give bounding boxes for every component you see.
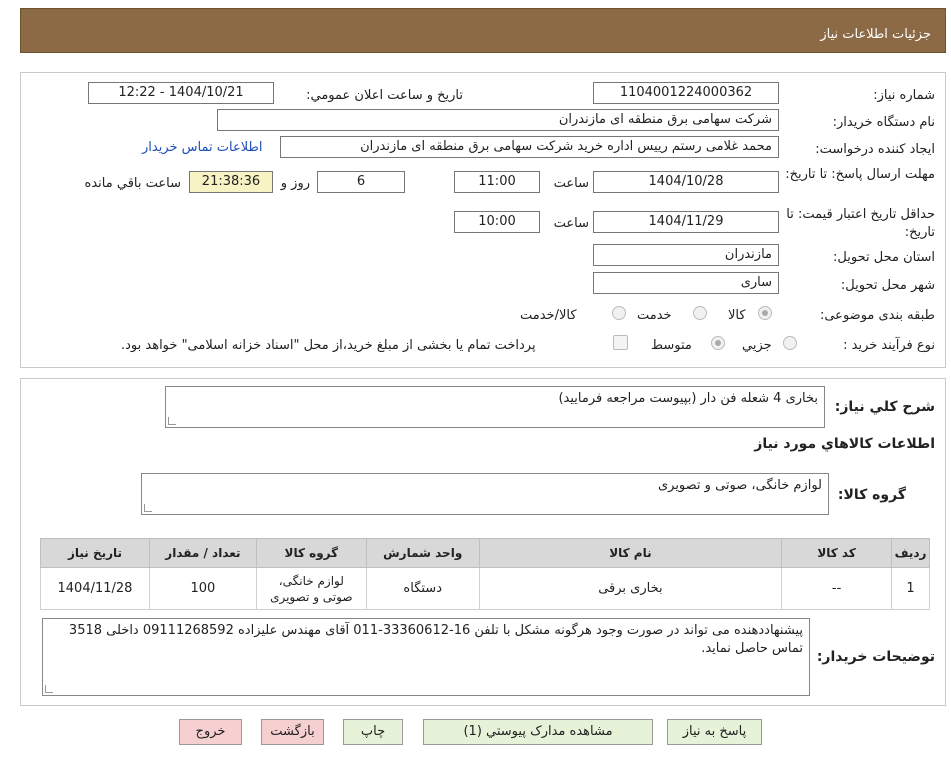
cell-unit: دستگاه	[365, 567, 480, 610]
remaining-time-field: 21:38:36	[189, 171, 273, 193]
process-radio-minor[interactable]	[783, 336, 797, 350]
col-name: نام کالا	[478, 538, 783, 568]
view-attachments-button[interactable]: مشاهده مدارک پيوستي (1)	[423, 719, 653, 745]
col-date: تاريخ نياز	[40, 538, 150, 568]
days-field: 6	[317, 171, 405, 193]
cell-row: 1	[891, 567, 930, 610]
creator-field: محمد غلامی رستم رییس اداره خرید شرکت سها…	[280, 136, 779, 158]
cell-code: --	[781, 567, 893, 610]
category-radio-service[interactable]	[693, 306, 707, 320]
cell-name: بخاری برقی	[478, 567, 783, 610]
goods-group-label: گروه کالا:	[837, 487, 906, 503]
page-header: جزئيات اطلاعات نياز	[20, 8, 946, 53]
reply-time-label: ساعت	[553, 176, 589, 191]
process-label: نوع فرآيند خريد :	[843, 338, 935, 353]
buyer-contact-link[interactable]: اطلاعات تماس خريدار	[142, 140, 262, 155]
buyer-notes-text: پیشنهاددهنده می تواند در صورت وجود هرگون…	[68, 623, 803, 656]
general-desc-field: بخاری 4 شعله فن دار (بپیوست مراجعه فرمای…	[165, 386, 825, 428]
category-radio-both[interactable]	[612, 306, 626, 320]
resize-handle[interactable]	[144, 504, 152, 512]
buyer-notes-label: توضيحات خريدار:	[816, 649, 935, 665]
city-field: ساری	[593, 272, 779, 294]
resize-handle[interactable]	[45, 685, 53, 693]
category-option-service: خدمت	[637, 308, 672, 323]
col-group: گروه کالا	[255, 538, 367, 568]
table-row: 1 -- بخاری برقی دستگاه لوازم خانگی، صوتی…	[40, 567, 930, 610]
validity-date-field: 1404/11/29	[593, 211, 779, 233]
buyer-org-label: نام دستگاه خريدار:	[832, 115, 935, 130]
creator-label: ايجاد کننده درخواست:	[815, 142, 935, 157]
need-number-label: شماره نياز:	[873, 88, 935, 103]
reply-time-field: 11:00	[454, 171, 540, 193]
col-unit: واحد شمارش	[365, 538, 480, 568]
days-label: روز و	[280, 176, 310, 191]
process-radio-medium[interactable]	[711, 336, 725, 350]
category-option-goods: کالا	[728, 308, 746, 323]
province-label: استان محل تحويل:	[833, 250, 935, 265]
col-row: رديف	[891, 538, 930, 568]
reply-date-field: 1404/10/28	[593, 171, 779, 193]
goods-info-title: اطلاعات کالاهاي مورد نياز	[754, 436, 935, 452]
page-title: جزئيات اطلاعات نياز	[820, 27, 931, 42]
reply-button[interactable]: پاسخ به نياز	[667, 719, 762, 745]
category-option-both: کالا/خدمت	[520, 308, 577, 323]
buyer-notes-field: پیشنهاددهنده می تواند در صورت وجود هرگون…	[42, 618, 810, 696]
exit-button[interactable]: خروج	[179, 719, 242, 745]
payment-note: پرداخت تمام يا بخشی از مبلغ خريد،از محل …	[121, 338, 536, 353]
announce-field: 1404/10/21 - 12:22	[88, 82, 274, 104]
reply-deadline-label: مهلت ارسال پاسخ: تا تاريخ:	[785, 167, 935, 182]
validity-time-label: ساعت	[553, 216, 589, 231]
print-button[interactable]: چاپ	[343, 719, 403, 745]
city-label: شهر محل تحويل:	[840, 278, 935, 293]
cell-qty: 100	[148, 567, 257, 610]
cell-group: لوازم خانگی، صوتی و تصویری	[255, 567, 367, 610]
table-header-row: رديف کد کالا نام کالا واحد شمارش گروه کا…	[40, 538, 930, 568]
goods-group-field: لوازم خانگی، صوتی و تصویری	[141, 473, 829, 515]
general-desc-label: شرح کلي نياز:	[834, 399, 935, 415]
validity-time-field: 10:00	[454, 211, 540, 233]
category-radio-goods[interactable]	[758, 306, 772, 320]
resize-handle[interactable]	[168, 417, 176, 425]
category-label: طبقه بندی موضوعی:	[819, 308, 935, 323]
cell-date: 1404/11/28	[40, 567, 150, 610]
province-field: مازندران	[593, 244, 779, 266]
need-number-field: 1104001224000362	[593, 82, 779, 104]
back-button[interactable]: بازگشت	[261, 719, 324, 745]
remaining-label: ساعت باقي مانده	[84, 176, 181, 191]
announce-label: تاريخ و ساعت اعلان عمومي:	[306, 88, 463, 103]
buyer-org-field: شرکت سهامی برق منطقه ای مازندران	[217, 109, 779, 131]
col-code: کد کالا	[781, 538, 893, 568]
goods-table: رديف کد کالا نام کالا واحد شمارش گروه کا…	[40, 538, 930, 610]
treasury-checkbox[interactable]	[613, 335, 628, 350]
process-option-medium: متوسط	[651, 338, 692, 353]
process-option-minor: جزيي	[742, 338, 772, 353]
general-desc-text: بخاری 4 شعله فن دار (بپیوست مراجعه فرمای…	[558, 391, 818, 406]
price-validity-label: حداقل تاريخ اعتبار قيمت: تا تاريخ:	[786, 207, 935, 240]
goods-group-text: لوازم خانگی، صوتی و تصویری	[657, 478, 822, 493]
col-qty: تعداد / مقدار	[148, 538, 257, 568]
